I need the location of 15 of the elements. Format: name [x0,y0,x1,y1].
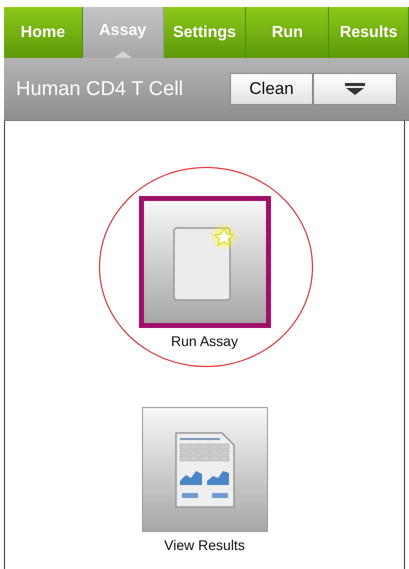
tile-label: Run Assay [171,333,238,349]
menu-button[interactable] [313,73,397,105]
nav-tab[interactable]: Results [329,7,409,58]
document-star-icon [172,222,238,302]
nav-tab[interactable]: Assay [82,7,164,58]
action-tile[interactable] [138,196,270,328]
report-chart-icon [174,430,236,508]
dropdown-icon [345,83,365,95]
nav-tab[interactable]: Settings [164,7,246,58]
nav-tab[interactable]: Run [246,7,330,58]
clean-button[interactable]: Clean [230,73,313,105]
assay-title: Human CD4 T Cell [16,78,184,100]
action-tile[interactable] [142,407,268,532]
tile-label: View Results [164,537,245,553]
nav-tab[interactable]: Home [4,7,83,58]
